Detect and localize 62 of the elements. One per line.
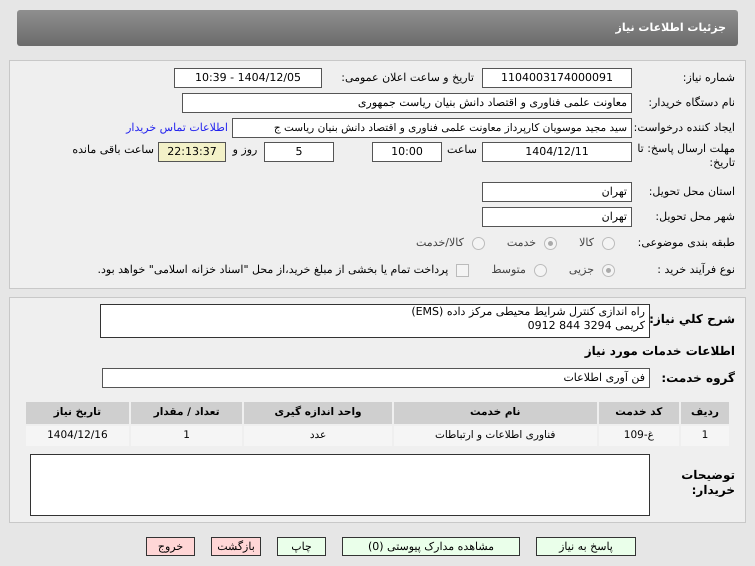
description-textarea[interactable]: راه اندازی کنترل شرایط محیطی مرکز داده (EMS) کریمی 3294 844 0912: [100, 304, 650, 338]
text-field[interactable]: 1404/12/05 - 10:39: [174, 68, 322, 88]
radio-label: متوسط: [491, 262, 526, 278]
action-button[interactable]: مشاهده مدارک پیوستی (0): [342, 537, 520, 556]
radio-label: کالا: [579, 234, 594, 251]
countdown-field[interactable]: 22:13:37: [158, 142, 226, 162]
field-label: روز و: [231, 142, 258, 158]
text-field[interactable]: 10:00: [372, 142, 442, 162]
column-header: ردیف: [680, 401, 730, 425]
text-field[interactable]: معاونت علمی فناوری و اقتصاد دانش بنیان ریاست جمهوری: [182, 93, 632, 113]
table-cell: 1: [680, 425, 730, 447]
field-label: ساعت باقی مانده: [72, 142, 154, 158]
description-line: کریمی 3294 844 0912: [526, 319, 645, 333]
field-label: شرح کلي نياز:: [650, 311, 735, 328]
field-label: نام دستگاه خریدار:: [647, 94, 735, 111]
radio-button[interactable]: [472, 236, 485, 250]
text-field[interactable]: فن آوری اطلاعات: [102, 368, 650, 388]
field-label: طبقه بندی موضوعی:: [637, 234, 735, 251]
field-label: شهر محل تحویل:: [654, 208, 735, 225]
field-label: تاریخ و ساعت اعلان عمومی:: [340, 70, 474, 86]
field-label: شماره نیاز:: [682, 70, 735, 86]
radio-label: خدمت: [506, 234, 536, 251]
radio-label: جزیی: [568, 262, 594, 278]
radio-button[interactable]: [602, 236, 615, 250]
radio-button[interactable]: [544, 236, 558, 250]
text-field[interactable]: تهران: [482, 207, 632, 227]
text-field[interactable]: 1404/12/11: [482, 142, 632, 162]
section-title: اطلاعات خدمات مورد نیاز: [583, 343, 735, 360]
description-line: راه اندازی کنترل شرایط محیطی مرکز داده (EMS): [410, 305, 645, 319]
table-cell: عدد: [243, 425, 393, 447]
action-button[interactable]: چاپ: [277, 537, 326, 556]
text-field[interactable]: 1104003174000091: [482, 68, 632, 88]
radio-button[interactable]: [534, 264, 547, 276]
field-label: گروه خدمت:: [660, 370, 735, 387]
column-header: تعداد / مقدار: [130, 401, 244, 425]
action-button[interactable]: بازگشت: [211, 537, 261, 556]
field-label: توضیحات خریدار:: [680, 467, 735, 498]
field-label: مهلت ارسال پاسخ: تا تاریخ:: [636, 142, 735, 170]
column-header: تاریخ نیاز: [25, 401, 130, 425]
checkbox-label: پرداخت تمام یا بخشی از مبلغ خرید،از محل "اسناد خزانه اسلامی" خواهد بود.: [98, 262, 448, 278]
buyer-contact-link[interactable]: اطلاعات تماس خریدار: [126, 120, 228, 136]
text-field[interactable]: سید مجید موسویان کارپرداز معاونت علمی فناوری و اقتصاد دانش بنیان ریاست ج: [232, 118, 632, 138]
page-header: جزئیات اطلاعات نیاز: [17, 10, 738, 46]
field-label: استان محل تحویل:: [648, 184, 735, 200]
notes-textarea[interactable]: [30, 454, 650, 516]
text-field[interactable]: 5: [264, 142, 334, 162]
table-cell: 1: [130, 425, 244, 447]
column-header: کد خدمت: [598, 401, 680, 425]
radio-button[interactable]: [602, 264, 615, 276]
column-header: واحد اندازه گیری: [243, 401, 393, 425]
table-cell: 1404/12/16: [25, 425, 130, 447]
column-header: نام خدمت: [392, 401, 598, 425]
radio-label: کالا/خدمت: [416, 234, 464, 251]
text-field[interactable]: تهران: [482, 182, 632, 202]
action-button[interactable]: خروج: [146, 537, 195, 556]
field-label: ایجاد کننده درخواست:: [632, 120, 735, 136]
checkbox[interactable]: [456, 264, 470, 276]
table-cell: غ-109: [598, 425, 680, 447]
field-label: نوع فرآیند خرید :: [656, 262, 735, 278]
field-label: ساعت: [446, 142, 478, 158]
action-button[interactable]: پاسخ به نیاز: [536, 537, 636, 556]
table-cell: فناوری اطلاعات و ارتباطات: [392, 425, 598, 447]
